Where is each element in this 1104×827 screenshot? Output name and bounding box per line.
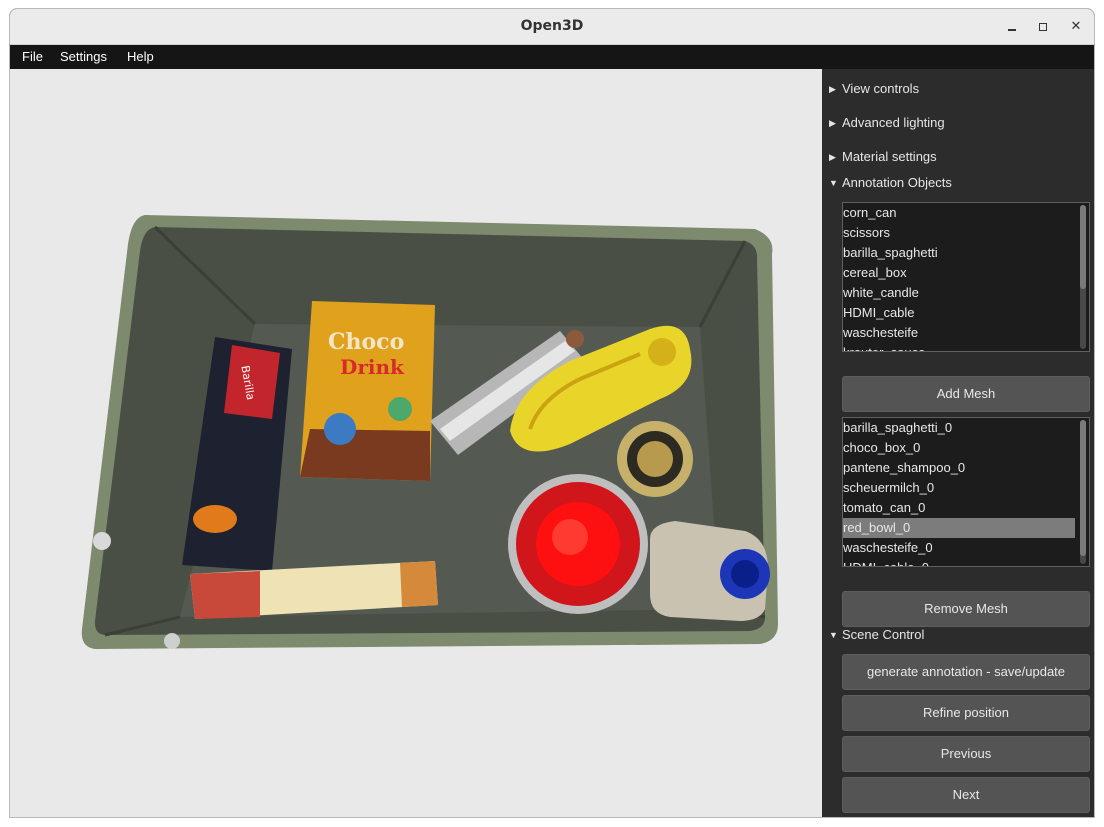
red-bowl: [508, 474, 648, 614]
list-item[interactable]: HDMI_cable_0: [843, 558, 1075, 566]
list-item[interactable]: cereal_box: [843, 263, 1075, 283]
scene-render: Barilla Choco Drink: [81, 215, 778, 649]
list-item[interactable]: barilla_spaghetti: [843, 243, 1075, 263]
list-item[interactable]: HDMI_cable: [843, 303, 1075, 323]
expand-arrow-icon: ▶: [829, 118, 836, 128]
3d-viewport[interactable]: Barilla Choco Drink: [10, 69, 822, 817]
list-item[interactable]: krauter_sauce: [843, 343, 1075, 351]
list-item[interactable]: tomato_can_0: [843, 498, 1075, 518]
expand-arrow-icon: ▶: [829, 152, 836, 162]
collapse-arrow-icon: ▼: [829, 178, 838, 188]
list-item[interactable]: pantene_shampoo_0: [843, 458, 1075, 478]
list-item[interactable]: choco_box_0: [843, 438, 1075, 458]
drink-label: Drink: [340, 355, 405, 379]
list-item[interactable]: scheuermilch_0: [843, 478, 1075, 498]
menu-help[interactable]: Help: [127, 49, 154, 64]
menu-file[interactable]: File: [22, 49, 43, 64]
menu-bar: File Settings Help: [10, 45, 1094, 69]
mesh-list-scrollbar[interactable]: [1080, 420, 1086, 564]
list-item[interactable]: waschesteife_0: [843, 538, 1075, 558]
object-list-scrollbar[interactable]: [1080, 205, 1086, 349]
choco-label: Choco: [328, 329, 404, 355]
side-panel: ▶ View controls ▶ Advanced lighting ▶ Mater…: [822, 69, 1094, 817]
small-can: [617, 421, 693, 497]
expand-arrow-icon: ▶: [829, 84, 836, 94]
generate-annotation-button[interactable]: generate annotation - save/update: [842, 654, 1090, 690]
window-title: Open3D: [520, 18, 584, 34]
scroll-thumb[interactable]: [1080, 420, 1086, 556]
scroll-thumb[interactable]: [1080, 205, 1086, 289]
material-settings-header[interactable]: ▶ Material settings: [829, 149, 937, 164]
object-list[interactable]: corn_can scissors barilla_spaghetti cere…: [842, 202, 1090, 352]
scene-control-header[interactable]: ▼ Scene Control: [829, 627, 924, 642]
advanced-lighting-header[interactable]: ▶ Advanced lighting: [829, 115, 945, 130]
choco-drink-box: Choco Drink: [300, 301, 435, 481]
list-item[interactable]: waschesteife: [843, 323, 1075, 343]
close-icon[interactable]: ✕: [1066, 17, 1086, 37]
maximize-icon[interactable]: [1033, 17, 1053, 37]
title-bar: Open3D ✕: [10, 9, 1094, 45]
shampoo-bottle: [650, 521, 770, 621]
remove-mesh-button[interactable]: Remove Mesh: [842, 591, 1090, 627]
list-item[interactable]: barilla_spaghetti_0: [843, 418, 1075, 438]
list-item[interactable]: white_candle: [843, 283, 1075, 303]
next-button[interactable]: Next: [842, 777, 1090, 813]
annotation-objects-header[interactable]: ▼ Annotation Objects: [829, 175, 952, 190]
list-item[interactable]: corn_can: [843, 203, 1075, 223]
minimize-icon[interactable]: [1002, 17, 1022, 37]
refine-position-button[interactable]: Refine position: [842, 695, 1090, 731]
view-controls-header[interactable]: ▶ View controls: [829, 81, 919, 96]
previous-button[interactable]: Previous: [842, 736, 1090, 772]
mesh-list[interactable]: barilla_spaghetti_0 choco_box_0 pantene_…: [842, 417, 1090, 567]
list-item-selected[interactable]: red_bowl_0: [843, 518, 1075, 538]
list-item[interactable]: scissors: [843, 223, 1075, 243]
add-mesh-button[interactable]: Add Mesh: [842, 376, 1090, 412]
app-window: Open3D ✕ File Settings Help Barilla Choc…: [9, 8, 1095, 818]
collapse-arrow-icon: ▼: [829, 630, 838, 640]
menu-settings[interactable]: Settings: [60, 49, 107, 64]
